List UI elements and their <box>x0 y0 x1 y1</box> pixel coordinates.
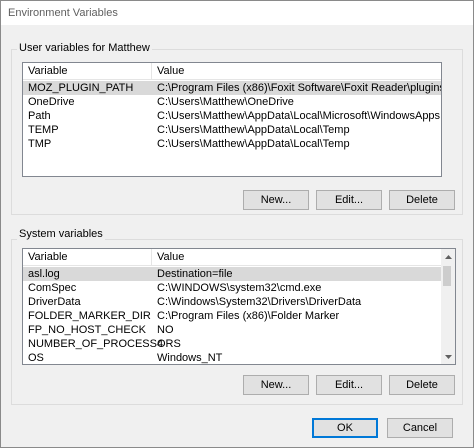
variable-value: C:\Users\Matthew\AppData\Local\Temp <box>157 124 350 136</box>
column-header-variable[interactable]: Variable <box>28 65 68 77</box>
variable-value: 4 <box>157 338 164 350</box>
column-header-variable[interactable]: Variable <box>28 251 68 263</box>
variable-name: MOZ_PLUGIN_PATH <box>28 82 134 94</box>
user-delete-button[interactable]: Delete <box>389 190 455 210</box>
system-edit-button[interactable]: Edit... <box>316 375 382 395</box>
title-bar[interactable]: Environment Variables <box>1 1 473 25</box>
column-separator[interactable] <box>151 63 152 80</box>
list-item[interactable]: OS Windows_NT <box>23 351 455 364</box>
column-header-value[interactable]: Value <box>157 251 184 263</box>
user-edit-button[interactable]: Edit... <box>316 190 382 210</box>
variable-name: ComSpec <box>28 282 77 294</box>
variable-name: FOLDER_MARKER_DIR <box>28 310 151 322</box>
system-delete-button[interactable]: Delete <box>389 375 455 395</box>
scrollbar-thumb[interactable] <box>443 266 451 286</box>
list-item[interactable]: MOZ_PLUGIN_PATH C:\Program Files (x86)\F… <box>23 81 441 95</box>
column-separator[interactable] <box>151 249 152 266</box>
environment-variables-dialog: Environment Variables User variables for… <box>0 0 474 448</box>
list-header: Variable Value <box>23 249 455 266</box>
cancel-button[interactable]: Cancel <box>387 418 453 438</box>
variable-value: Destination=file <box>157 268 233 280</box>
variable-value: C:\Users\Matthew\AppData\Local\Temp <box>157 138 350 150</box>
chevron-up-icon[interactable] <box>441 249 455 264</box>
list-item[interactable]: Path C:\Users\Matthew\AppData\Local\Micr… <box>23 109 441 123</box>
column-header-value[interactable]: Value <box>157 65 184 77</box>
variable-value: NO <box>157 324 174 336</box>
list-item[interactable]: TMP C:\Users\Matthew\AppData\Local\Temp <box>23 137 441 151</box>
variable-value: C:\Program Files (x86)\Foxit Software\Fo… <box>157 82 442 94</box>
chevron-down-icon[interactable] <box>441 349 455 364</box>
variable-value: C:\Users\Matthew\AppData\Local\Microsoft… <box>157 110 442 122</box>
list-item[interactable]: DriverData C:\Windows\System32\Drivers\D… <box>23 295 455 309</box>
system-new-button[interactable]: New... <box>243 375 309 395</box>
list-item[interactable]: FOLDER_MARKER_DIR C:\Program Files (x86)… <box>23 309 455 323</box>
system-variables-label: System variables <box>17 228 105 240</box>
variable-name: DriverData <box>28 296 81 308</box>
list-header: Variable Value <box>23 63 441 80</box>
variable-name: FP_NO_HOST_CHECK <box>28 324 146 336</box>
list-item[interactable]: asl.log Destination=file <box>23 267 455 281</box>
list-item[interactable]: FP_NO_HOST_CHECK NO <box>23 323 455 337</box>
variable-value: C:\Windows\System32\Drivers\DriverData <box>157 296 362 308</box>
variable-name: TEMP <box>28 124 59 136</box>
list-item[interactable]: OneDrive C:\Users\Matthew\OneDrive <box>23 95 441 109</box>
variable-name: TMP <box>28 138 52 150</box>
variable-value: Windows_NT <box>157 352 223 364</box>
list-item[interactable]: NUMBER_OF_PROCESSORS 4 <box>23 337 455 351</box>
ok-button[interactable]: OK <box>312 418 378 438</box>
user-variables-list[interactable]: Variable Value MOZ_PLUGIN_PATH C:\Progra… <box>22 62 442 177</box>
variable-value: C:\WINDOWS\system32\cmd.exe <box>157 282 322 294</box>
user-variables-label: User variables for Matthew <box>17 42 152 54</box>
variable-name: Path <box>28 110 51 122</box>
list-item[interactable]: TEMP C:\Users\Matthew\AppData\Local\Temp <box>23 123 441 137</box>
variable-name: OneDrive <box>28 96 75 108</box>
variable-value: C:\Program Files (x86)\Folder Marker <box>157 310 340 322</box>
user-new-button[interactable]: New... <box>243 190 309 210</box>
system-variables-list[interactable]: Variable Value asl.log Destination=file … <box>22 248 456 365</box>
variable-name: asl.log <box>28 268 60 280</box>
list-item[interactable]: ComSpec C:\WINDOWS\system32\cmd.exe <box>23 281 455 295</box>
variable-value: C:\Users\Matthew\OneDrive <box>157 96 294 108</box>
window-title: Environment Variables <box>8 7 118 19</box>
variable-name: OS <box>28 352 44 364</box>
vertical-scrollbar[interactable] <box>441 249 455 364</box>
